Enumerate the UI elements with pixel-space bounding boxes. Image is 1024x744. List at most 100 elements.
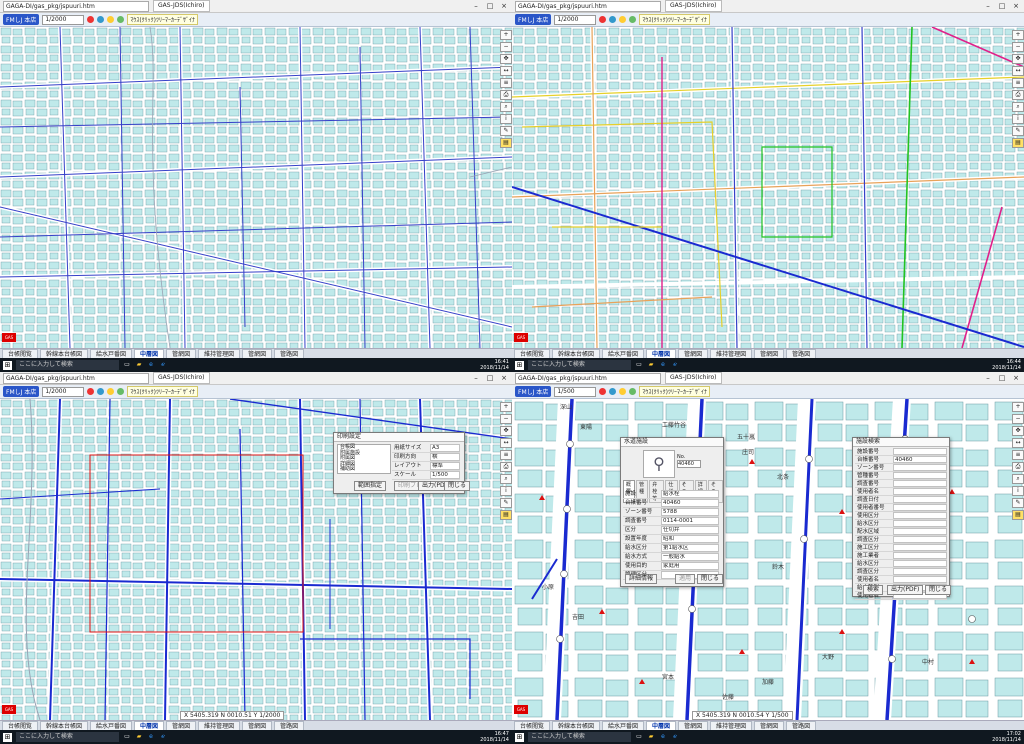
edge-icon[interactable]: e xyxy=(147,361,155,369)
zoom-in-icon[interactable]: + xyxy=(1012,402,1024,412)
home-button[interactable]: FMしJ 本店 xyxy=(3,14,40,25)
measure-icon[interactable]: ↔ xyxy=(1012,438,1024,448)
search-icon[interactable]: ⌕ xyxy=(1012,474,1024,484)
layer-item[interactable]: 補助図 xyxy=(340,466,390,473)
note-icon[interactable]: ▤ xyxy=(500,510,512,520)
star-icon[interactable] xyxy=(619,388,627,395)
explorer-icon[interactable]: ▰ xyxy=(647,361,655,369)
pan-icon[interactable]: ✥ xyxy=(500,426,512,436)
close-icon[interactable]: × xyxy=(1011,374,1021,383)
pen-icon[interactable]: ✎ xyxy=(1012,126,1024,136)
minimize-icon[interactable]: – xyxy=(471,2,481,11)
ie-icon[interactable]: ℯ xyxy=(671,361,679,369)
info-icon[interactable]: i xyxy=(1012,114,1024,124)
tab-5[interactable]: 維持管理図 xyxy=(198,349,241,358)
refresh-icon[interactable] xyxy=(629,16,637,23)
zoom-in-icon[interactable]: + xyxy=(500,30,512,40)
browser-tab[interactable]: GAS-JDS(Ichiro) xyxy=(665,0,722,12)
edge-icon[interactable]: e xyxy=(659,361,667,369)
layer-icon[interactable]: ≡ xyxy=(500,450,512,460)
maximize-icon[interactable]: □ xyxy=(997,374,1007,383)
field-input[interactable] xyxy=(893,488,947,495)
search-icon[interactable]: ⌕ xyxy=(1012,102,1024,112)
tab-2[interactable]: 給水戸番図 xyxy=(602,349,645,358)
field-value[interactable]: 昭和 xyxy=(661,535,719,543)
field-input[interactable] xyxy=(893,448,947,455)
pan-icon[interactable]: ✥ xyxy=(500,54,512,64)
tab-4[interactable]: 管網図 xyxy=(166,349,197,358)
browser-tab[interactable]: GAS-JDS(Ichiro) xyxy=(665,372,722,384)
search-icon[interactable]: ⌕ xyxy=(500,102,512,112)
browser-tab[interactable]: GAS-JDS(Ichiro) xyxy=(153,0,210,12)
info-icon[interactable]: i xyxy=(500,114,512,124)
tab-6[interactable]: 管網図 xyxy=(754,349,785,358)
address-bar[interactable]: GAGA-DI/gas_pkg/jspuuri.htm xyxy=(3,0,149,12)
home-button[interactable]: FMしJ 本店 xyxy=(3,386,40,397)
pen-icon[interactable]: ✎ xyxy=(1012,498,1024,508)
explorer-icon[interactable]: ▰ xyxy=(135,361,143,369)
zoom-in-icon[interactable]: + xyxy=(500,402,512,412)
field-value[interactable]: 5788 xyxy=(661,508,719,516)
explorer-icon[interactable]: ▰ xyxy=(647,733,655,741)
print-icon[interactable]: ⎙ xyxy=(500,90,512,100)
stop-icon[interactable] xyxy=(599,388,607,395)
tab-3[interactable]: 中層図 xyxy=(134,349,165,358)
pen-icon[interactable]: ✎ xyxy=(500,498,512,508)
zoom-out-icon[interactable]: − xyxy=(500,42,512,52)
close-icon[interactable]: × xyxy=(499,374,509,383)
close-button[interactable]: 閉じる xyxy=(444,481,471,491)
star-icon[interactable] xyxy=(107,388,115,395)
scale-select[interactable]: 1/2000 xyxy=(42,14,85,25)
task-view-icon[interactable]: ▭ xyxy=(635,733,643,741)
globe-icon[interactable] xyxy=(97,16,105,23)
home-button[interactable]: FMしJ 本店 xyxy=(515,14,552,25)
task-view-icon[interactable]: ▭ xyxy=(635,361,643,369)
minimize-icon[interactable]: – xyxy=(471,374,481,383)
refresh-icon[interactable] xyxy=(629,388,637,395)
field-input[interactable] xyxy=(893,576,947,583)
note-icon[interactable]: ▤ xyxy=(1012,138,1024,148)
map-canvas[interactable] xyxy=(0,27,512,348)
address-bar[interactable]: GAGA-DI/gas_pkg/jspuuri.htm xyxy=(515,0,661,12)
tab-0[interactable]: 台帳閲覧 xyxy=(2,349,39,358)
task-view-icon[interactable]: ▭ xyxy=(123,361,131,369)
zoom-out-icon[interactable]: − xyxy=(1012,414,1024,424)
close-icon[interactable]: × xyxy=(499,2,509,11)
field-value[interactable]: 第1給水区 xyxy=(661,544,719,552)
tab-6[interactable]: 管網図 xyxy=(242,721,273,730)
tab-1[interactable]: 幹線本台帳図 xyxy=(40,721,89,730)
ie-icon[interactable]: ℯ xyxy=(671,733,679,741)
field-value[interactable]: 給水栓 xyxy=(661,490,719,498)
pen-icon[interactable]: ✎ xyxy=(500,126,512,136)
tab-7[interactable]: 管路図 xyxy=(786,349,817,358)
field-input[interactable] xyxy=(893,520,947,527)
layer-icon[interactable]: ≡ xyxy=(1012,78,1024,88)
edge-icon[interactable]: e xyxy=(659,733,667,741)
info-icon[interactable]: i xyxy=(1012,486,1024,496)
layer-icon[interactable]: ≡ xyxy=(1012,450,1024,460)
maximize-icon[interactable]: □ xyxy=(485,2,495,11)
address-bar[interactable]: GAGA-DI/gas_pkg/jspuuri.htm xyxy=(3,372,149,384)
field-input[interactable] xyxy=(893,464,947,471)
browser-tab[interactable]: GAS-JDS(Ichiro) xyxy=(153,372,210,384)
refresh-icon[interactable] xyxy=(117,16,125,23)
close-icon[interactable]: × xyxy=(1011,2,1021,11)
tab-2[interactable]: 給水戸番図 xyxy=(602,721,645,730)
refresh-icon[interactable] xyxy=(117,388,125,395)
taskbar-search[interactable]: ここに入力して検索 xyxy=(16,732,119,742)
zoom-out-icon[interactable]: − xyxy=(500,414,512,424)
tab-1[interactable]: 幹線本台帳図 xyxy=(40,349,89,358)
print-icon[interactable]: ⎙ xyxy=(1012,462,1024,472)
tab-1[interactable]: 幹線本台帳図 xyxy=(552,721,601,730)
field-value[interactable]: 40460 xyxy=(661,499,719,507)
note-icon[interactable]: ▤ xyxy=(500,138,512,148)
search-icon[interactable]: ⌕ xyxy=(500,474,512,484)
taskbar-search[interactable]: ここに入力して検索 xyxy=(16,360,119,370)
print-icon[interactable]: ⎙ xyxy=(1012,90,1024,100)
zoom-in-icon[interactable]: + xyxy=(1012,30,1024,40)
output-pdf-button[interactable]: 出力(PDF) xyxy=(887,585,924,595)
tab-7[interactable]: 管路図 xyxy=(274,721,305,730)
tab-7[interactable]: 管路図 xyxy=(786,721,817,730)
layout-select[interactable]: 標準 xyxy=(430,462,460,470)
task-view-icon[interactable]: ▭ xyxy=(123,733,131,741)
